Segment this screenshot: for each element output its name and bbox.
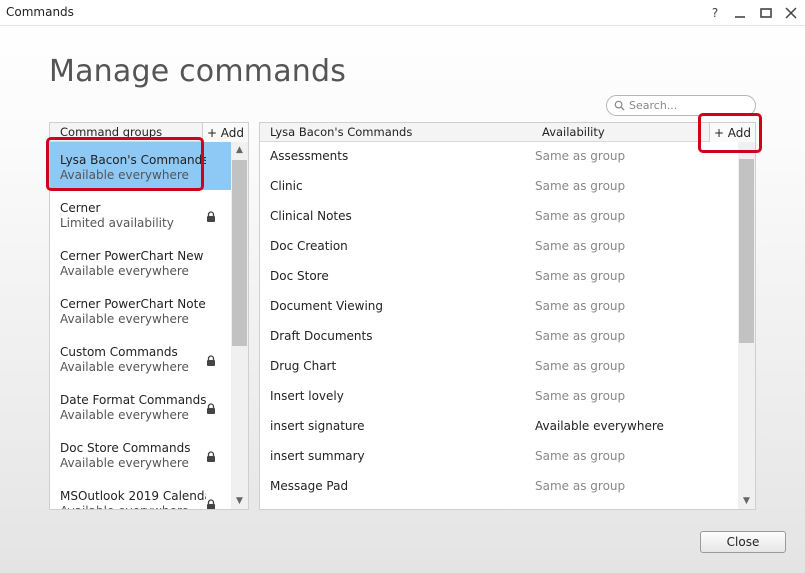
- group-name: Custom Commands: [60, 345, 178, 359]
- command-row[interactable]: Drug Chart Same as group: [260, 352, 738, 382]
- title-bar: Commands ?: [0, 0, 805, 26]
- group-availability: Available everywhere: [60, 168, 189, 182]
- scroll-up-icon[interactable]: ▲: [231, 142, 248, 158]
- command-row[interactable]: Draft Documents Same as group: [260, 322, 738, 352]
- add-command-button[interactable]: + Add: [709, 123, 755, 142]
- command-availability: Same as group: [535, 449, 626, 463]
- group-name: Cerner: [60, 201, 101, 215]
- lock-icon: [207, 451, 215, 462]
- command-availability: Same as group: [535, 479, 626, 493]
- minimize-button[interactable]: [729, 2, 751, 24]
- command-groups-label: Command groups: [60, 125, 163, 139]
- command-name: Clinical Notes: [270, 209, 352, 223]
- command-name: Draft Documents: [270, 329, 373, 343]
- availability-column-header[interactable]: Availability: [542, 125, 605, 139]
- command-row[interactable]: Doc Creation Same as group: [260, 232, 738, 262]
- commands-scroll-thumb[interactable]: [739, 159, 754, 343]
- command-groups-list: Lysa Bacon's Commands Available everywher…: [50, 142, 231, 509]
- close-button[interactable]: Close: [700, 531, 786, 553]
- command-availability: Same as group: [535, 329, 626, 343]
- group-item[interactable]: Lysa Bacon's Commands Available everywher…: [50, 142, 231, 190]
- group-item[interactable]: MSOutlook 2019 CalendarAvailable everywh…: [50, 478, 231, 509]
- search-icon: [614, 100, 625, 111]
- command-availability: Available everywhere: [535, 419, 664, 433]
- command-row[interactable]: Doc Store Same as group: [260, 262, 738, 292]
- command-row[interactable]: Clinic Same as group: [260, 172, 738, 202]
- group-item[interactable]: Cerner PowerChart Note Available everywhe…: [50, 286, 231, 334]
- lock-icon: [207, 499, 215, 509]
- commands-column-header[interactable]: Lysa Bacon's Commands: [270, 125, 412, 139]
- command-availability: Same as group: [535, 359, 626, 373]
- help-button[interactable]: ?: [704, 2, 726, 24]
- command-availability: Same as group: [535, 269, 626, 283]
- close-icon: [785, 7, 797, 19]
- group-item[interactable]: Custom Commands Available everywhere: [50, 334, 231, 382]
- commands-list: Assessments Same as group Clinic Same as gr…: [260, 142, 738, 509]
- command-name: Document Viewing: [270, 299, 384, 313]
- command-name: insert signature: [270, 419, 365, 433]
- command-name: insert summary: [270, 449, 365, 463]
- group-availability: Available everywhere: [60, 264, 189, 278]
- lock-icon: [207, 355, 215, 366]
- group-name: Doc Store Commands: [60, 441, 191, 455]
- command-row[interactable]: Assessments Same as group: [260, 142, 738, 172]
- command-name: Message Pad: [270, 479, 349, 493]
- command-row[interactable]: Document Viewing Same as group: [260, 292, 738, 322]
- group-name: MSOutlook 2019 Calendar: [60, 489, 206, 503]
- command-availability: Same as group: [535, 179, 626, 193]
- commands-window: Commands ? Manage commands Command group…: [0, 0, 805, 573]
- search-input[interactable]: [629, 99, 749, 112]
- command-availability: Same as group: [535, 149, 626, 163]
- maximize-button[interactable]: [755, 2, 777, 24]
- group-item[interactable]: Cerner PowerChart New NcAvailable everyw…: [50, 238, 231, 286]
- group-name: Date Format Commands: [60, 393, 206, 407]
- scroll-down-icon[interactable]: ▼: [231, 493, 248, 509]
- search-box[interactable]: [606, 95, 756, 116]
- commands-scrollbar[interactable]: ▼: [738, 142, 755, 509]
- group-item[interactable]: Cerner Limited availability: [50, 190, 231, 238]
- command-name: Clinic: [270, 179, 303, 193]
- commands-panel: Lysa Bacon's Commands Availability + Add…: [259, 122, 756, 510]
- command-row[interactable]: insert summary Same as group: [260, 442, 738, 472]
- maximize-icon: [760, 8, 772, 18]
- lock-icon: [207, 211, 215, 222]
- help-icon: ?: [711, 6, 719, 20]
- command-groups-header: Command groups + Add: [50, 123, 248, 142]
- groups-scroll-thumb[interactable]: [232, 160, 247, 346]
- command-name: Insert lovely: [270, 389, 344, 403]
- group-item[interactable]: Doc Store Commands Available everywhere: [50, 430, 231, 478]
- command-row[interactable]: Message Pad Same as group: [260, 472, 738, 502]
- group-name: Lysa Bacon's Commands: [60, 153, 206, 167]
- command-availability: Same as group: [535, 239, 626, 253]
- command-row[interactable]: insert signature Available everywhere: [260, 412, 738, 442]
- command-row[interactable]: Clinical Notes Same as group: [260, 202, 738, 232]
- command-name: Drug Chart: [270, 359, 337, 373]
- command-name: Doc Store: [270, 269, 329, 283]
- command-name: Doc Creation: [270, 239, 348, 253]
- lock-icon: [207, 403, 215, 414]
- page-title: Manage commands: [49, 54, 347, 89]
- command-availability: Same as group: [535, 299, 626, 313]
- command-groups-panel: Command groups + Add Lysa Bacon's Comman…: [49, 122, 249, 510]
- close-window-button[interactable]: [780, 2, 802, 24]
- groups-scrollbar[interactable]: ▲ ▼: [231, 142, 248, 509]
- group-availability: Available everywhere: [60, 312, 189, 326]
- command-availability: Same as group: [535, 209, 626, 223]
- window-title: Commands: [6, 5, 74, 19]
- command-row[interactable]: Insert lovely Same as group: [260, 382, 738, 412]
- group-name: Cerner PowerChart Note: [60, 297, 206, 311]
- command-name: Assessments: [270, 149, 349, 163]
- command-availability: Same as group: [535, 389, 626, 403]
- minimize-icon: [735, 16, 745, 18]
- commands-header: Lysa Bacon's Commands Availability + Add: [260, 123, 755, 142]
- group-name: Cerner PowerChart New Nc: [60, 249, 206, 263]
- add-group-button[interactable]: + Add: [202, 123, 248, 142]
- scroll-down-icon[interactable]: ▼: [738, 493, 755, 509]
- group-item[interactable]: Date Format Commands Available everywhere: [50, 382, 231, 430]
